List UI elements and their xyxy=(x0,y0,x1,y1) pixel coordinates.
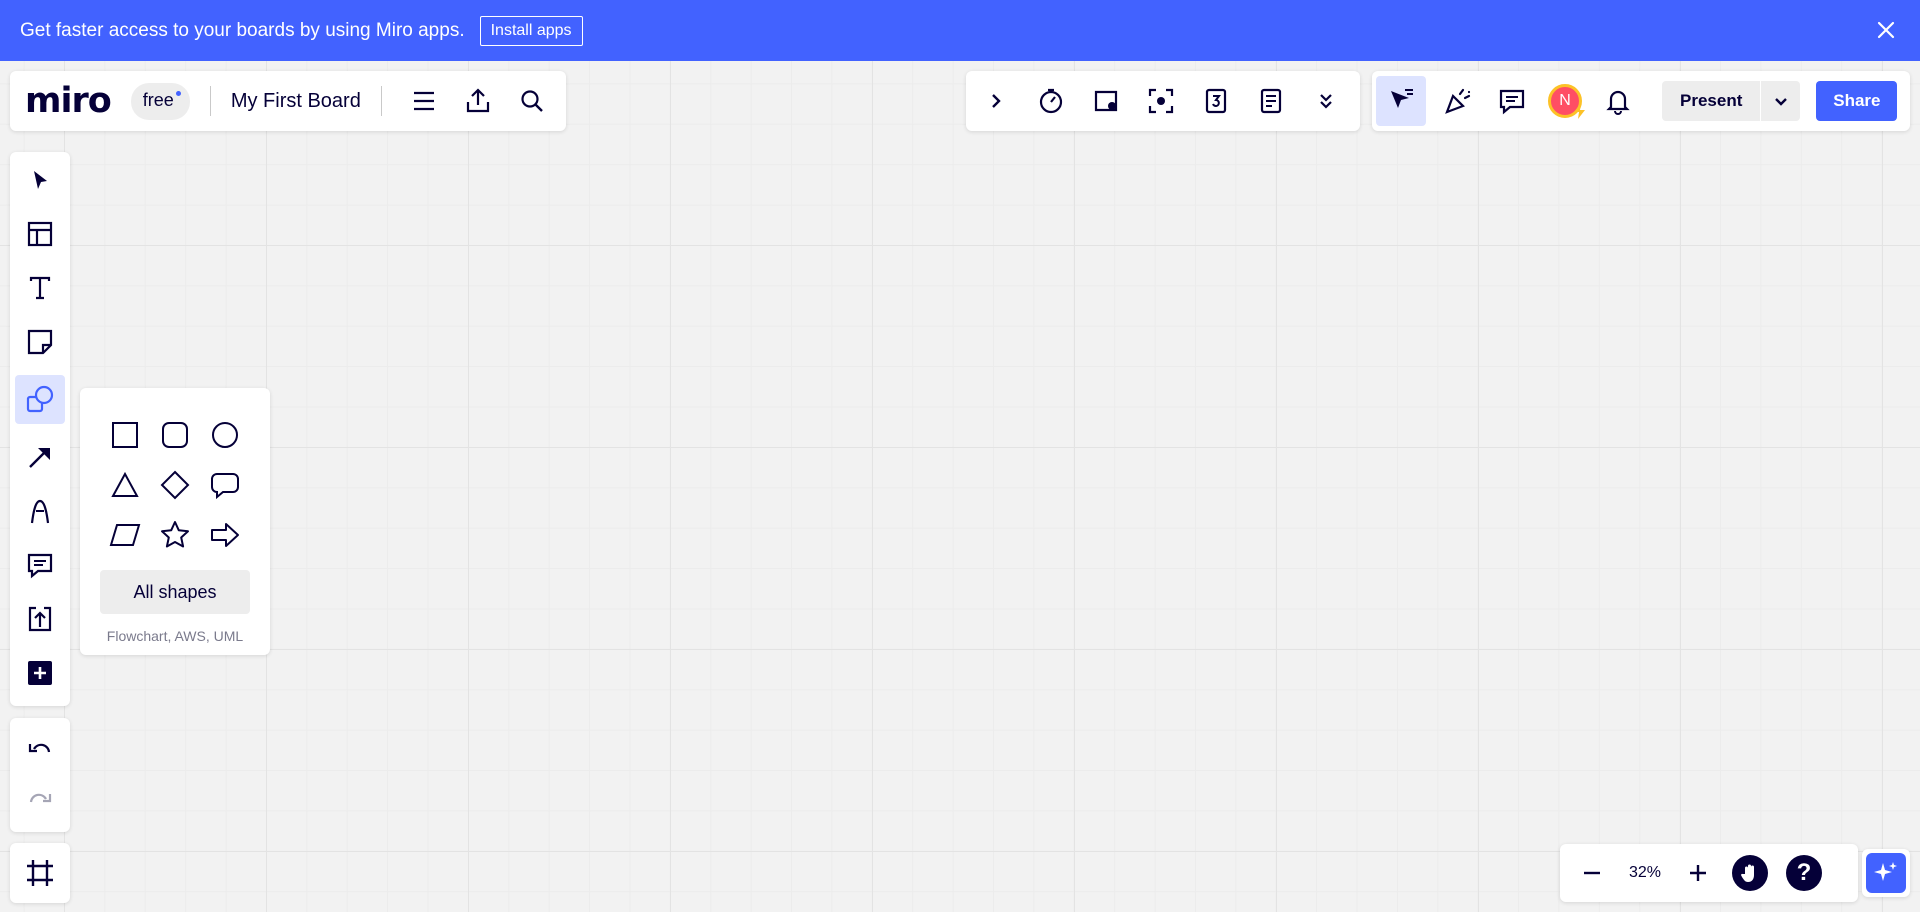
notes-icon[interactable] xyxy=(1249,79,1293,123)
miro-logo[interactable]: miro xyxy=(25,81,112,121)
all-shapes-button[interactable]: All shapes xyxy=(100,570,250,614)
history-toolbar xyxy=(10,718,70,832)
comment-icon[interactable] xyxy=(18,543,62,586)
avatar[interactable]: N xyxy=(1548,84,1585,119)
chevron-down-icon[interactable] xyxy=(1760,81,1801,121)
board-title[interactable]: My First Board xyxy=(231,90,361,113)
undo-icon[interactable] xyxy=(18,728,62,772)
board-header: miro free My First Board xyxy=(10,71,566,131)
star-shape-icon[interactable] xyxy=(150,510,200,560)
arrow-icon[interactable] xyxy=(18,435,62,478)
plan-badge[interactable]: free xyxy=(130,82,190,120)
frames-icon[interactable] xyxy=(18,851,62,895)
install-apps-button[interactable]: Install apps xyxy=(479,15,583,46)
ai-assistant-panel xyxy=(1862,849,1910,897)
divider xyxy=(380,86,382,116)
zoom-level[interactable]: 32% xyxy=(1614,864,1676,882)
banner-message: Get faster access to your boards by usin… xyxy=(20,19,465,41)
shapes-icon[interactable] xyxy=(15,374,65,424)
sticky-note-icon[interactable] xyxy=(18,321,62,364)
zoom-out-icon[interactable] xyxy=(1570,851,1614,895)
arrow-right-shape-icon[interactable] xyxy=(200,510,250,560)
shapes-popover: All shapes Flowchart, AWS, UML xyxy=(80,388,270,655)
speech-bubble-shape-icon[interactable] xyxy=(200,460,250,510)
notifications-icon[interactable] xyxy=(1596,79,1640,123)
triangle-shape-icon[interactable] xyxy=(100,460,150,510)
voting-icon[interactable] xyxy=(1084,79,1128,123)
cursors-icon[interactable] xyxy=(1376,76,1426,126)
present-button[interactable]: Present xyxy=(1662,81,1761,121)
present-group: Present xyxy=(1662,81,1801,121)
close-icon[interactable] xyxy=(1874,18,1898,42)
timer-icon[interactable] xyxy=(1029,79,1073,123)
circle-shape-icon[interactable] xyxy=(200,410,250,460)
chevron-double-down-icon[interactable] xyxy=(1304,79,1348,123)
rounded-square-shape-icon[interactable] xyxy=(150,410,200,460)
text-icon[interactable] xyxy=(18,266,62,309)
diamond-shape-icon[interactable] xyxy=(150,460,200,510)
hand-icon[interactable] xyxy=(1732,855,1768,891)
help-icon[interactable]: ? xyxy=(1786,855,1822,891)
redo-icon[interactable] xyxy=(18,778,62,822)
menu-icon[interactable] xyxy=(402,79,446,123)
cursor-icon[interactable] xyxy=(18,158,62,201)
templates-icon[interactable] xyxy=(18,212,62,255)
avatar-initial: N xyxy=(1559,92,1571,109)
parallelogram-shape-icon[interactable] xyxy=(100,510,150,560)
search-icon[interactable] xyxy=(510,79,554,123)
apps-banner: Get faster access to your boards by usin… xyxy=(0,0,1920,61)
more-apps-icon[interactable] xyxy=(18,652,62,695)
comments-icon[interactable] xyxy=(1490,79,1534,123)
collaboration-bar: N Present Share xyxy=(1372,71,1910,131)
left-toolbar xyxy=(10,152,70,706)
lightning-icon xyxy=(1573,103,1587,124)
shapes-subtitle: Flowchart, AWS, UML xyxy=(106,628,244,644)
divider xyxy=(209,86,211,116)
plan-label: free xyxy=(142,89,174,110)
board-tools-bar xyxy=(966,71,1360,131)
zoom-controls: 32% ? xyxy=(1560,844,1858,902)
export-icon[interactable] xyxy=(456,79,500,123)
focus-icon[interactable] xyxy=(1139,79,1183,123)
reactions-icon[interactable] xyxy=(1436,79,1480,123)
chevron-right-icon[interactable] xyxy=(974,79,1018,123)
zoom-in-icon[interactable] xyxy=(1676,851,1720,895)
share-button[interactable]: Share xyxy=(1816,81,1898,121)
upload-icon[interactable] xyxy=(18,598,62,641)
shape-grid xyxy=(100,410,250,560)
sparkle-icon[interactable] xyxy=(1866,853,1906,893)
square-shape-icon[interactable] xyxy=(100,410,150,460)
pen-icon[interactable] xyxy=(18,489,62,532)
frames-toolbar xyxy=(10,843,70,903)
plan-dot xyxy=(175,90,181,96)
countdown-icon[interactable] xyxy=(1194,79,1238,123)
